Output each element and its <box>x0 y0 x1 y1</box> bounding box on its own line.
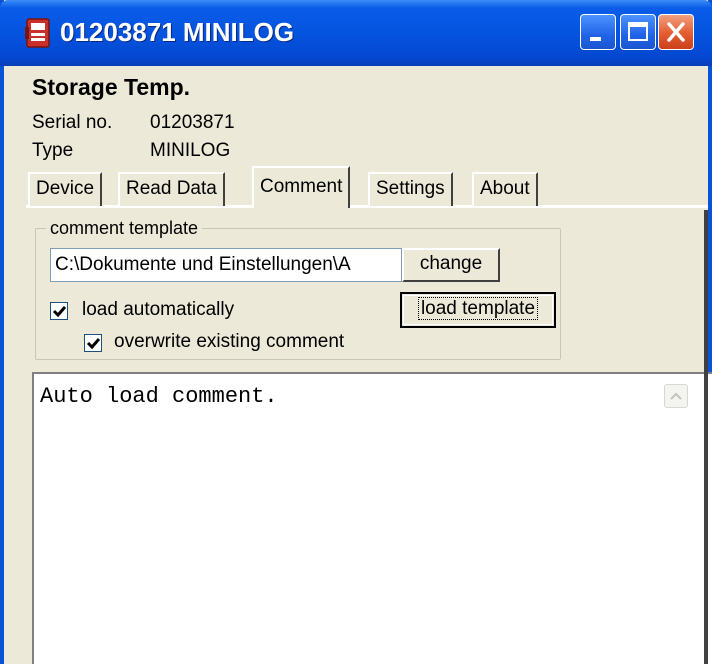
minilog-app-icon <box>25 18 50 48</box>
panel-edge <box>704 210 708 664</box>
chevron-up-icon <box>670 392 682 400</box>
device-name-heading: Storage Temp. <box>32 74 191 100</box>
serial-label: Serial no. <box>32 112 113 133</box>
tab-settings[interactable]: Settings <box>368 172 453 206</box>
maximize-icon <box>628 22 648 41</box>
title-bar[interactable]: 01203871 MINILOG <box>0 0 712 66</box>
change-button[interactable]: change <box>402 248 500 282</box>
tab-device[interactable]: Device <box>28 172 103 206</box>
maximize-button[interactable] <box>620 14 656 50</box>
type-label: Type <box>32 140 74 161</box>
minimize-icon <box>590 37 601 41</box>
minimize-button[interactable] <box>580 14 616 50</box>
type-value: MINILOG <box>150 140 231 161</box>
load-template-button[interactable]: load template <box>400 292 556 328</box>
template-path-field[interactable]: C:\Dokumente und Einstellungen\A <box>50 248 402 282</box>
comment-text-area[interactable]: Auto load comment. <box>32 372 712 664</box>
window-title: 01203871 MINILOG <box>60 17 295 47</box>
serial-value: 01203871 <box>150 112 235 133</box>
tab-comment[interactable]: Comment <box>252 166 351 208</box>
load-automatically-label[interactable]: load automatically <box>82 299 234 321</box>
load-template-label: load template <box>417 297 539 320</box>
close-button[interactable] <box>658 14 694 50</box>
comment-template-label: comment template <box>46 218 203 239</box>
load-automatically-checkbox[interactable] <box>50 302 68 320</box>
overwrite-existing-label[interactable]: overwrite existing comment <box>114 331 344 353</box>
overwrite-existing-checkbox[interactable] <box>84 334 102 352</box>
checkmark-icon <box>86 338 101 350</box>
scroll-up-button[interactable] <box>664 384 688 408</box>
tab-read-data[interactable]: Read Data <box>118 172 225 206</box>
app-window: 01203871 MINILOG Storage Temp. Serial no… <box>0 0 712 664</box>
tab-about[interactable]: About <box>472 172 538 206</box>
close-icon <box>667 22 685 42</box>
comment-text: Auto load comment. <box>40 384 278 409</box>
checkmark-icon <box>52 306 67 318</box>
